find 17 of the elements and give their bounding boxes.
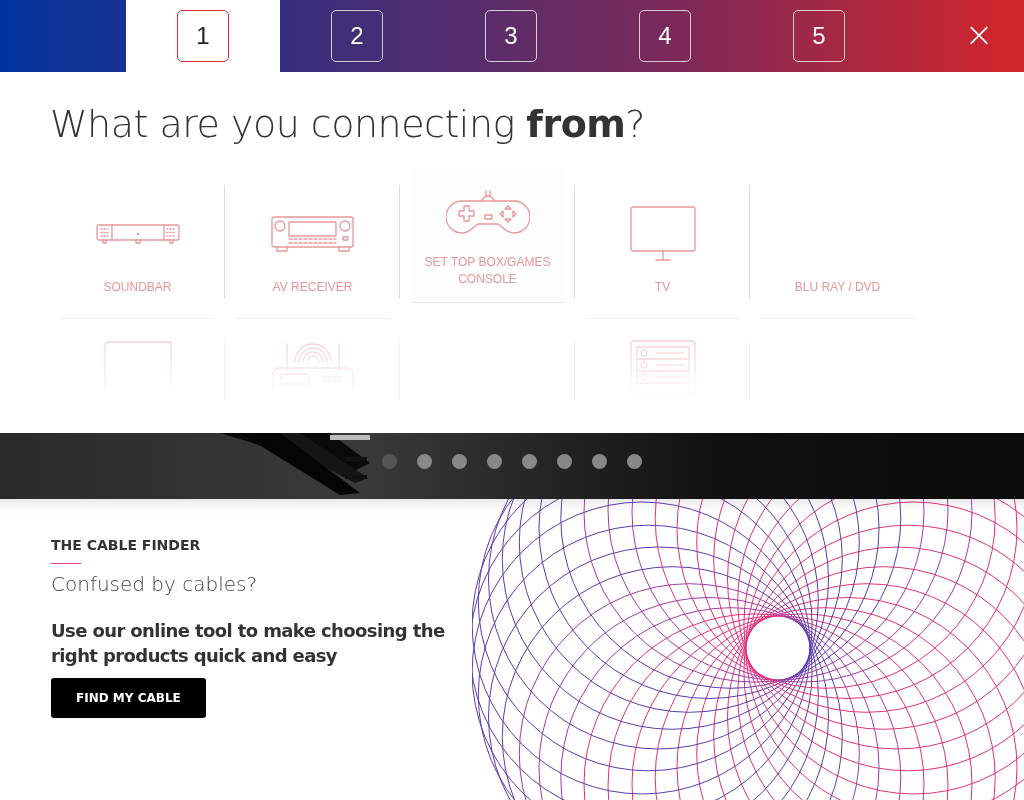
step-button[interactable]: 5 — [793, 10, 845, 62]
tablet-icon — [102, 340, 173, 388]
close-button[interactable]: × — [934, 0, 1024, 72]
section-label: THE CABLE FINDER — [51, 537, 202, 553]
step-button[interactable]: 3 — [485, 10, 537, 62]
promo-title: Confused by cables? — [51, 572, 259, 596]
soundbar-icon — [95, 223, 180, 245]
router-icon — [270, 340, 355, 388]
step-button[interactable]: 2 — [331, 10, 383, 62]
monitor-icon — [629, 206, 696, 262]
heading: What are you connecting from? — [50, 102, 646, 146]
step-button[interactable]: 1 — [177, 10, 229, 62]
find-cable-button[interactable]: FIND MY CABLE — [51, 678, 206, 718]
promo-text: Use our online tool to make choosing the right products quick and easy — [51, 619, 446, 668]
gamepad-icon — [445, 189, 530, 237]
step-button[interactable]: 4 — [639, 10, 691, 62]
receiver-icon — [270, 216, 355, 252]
